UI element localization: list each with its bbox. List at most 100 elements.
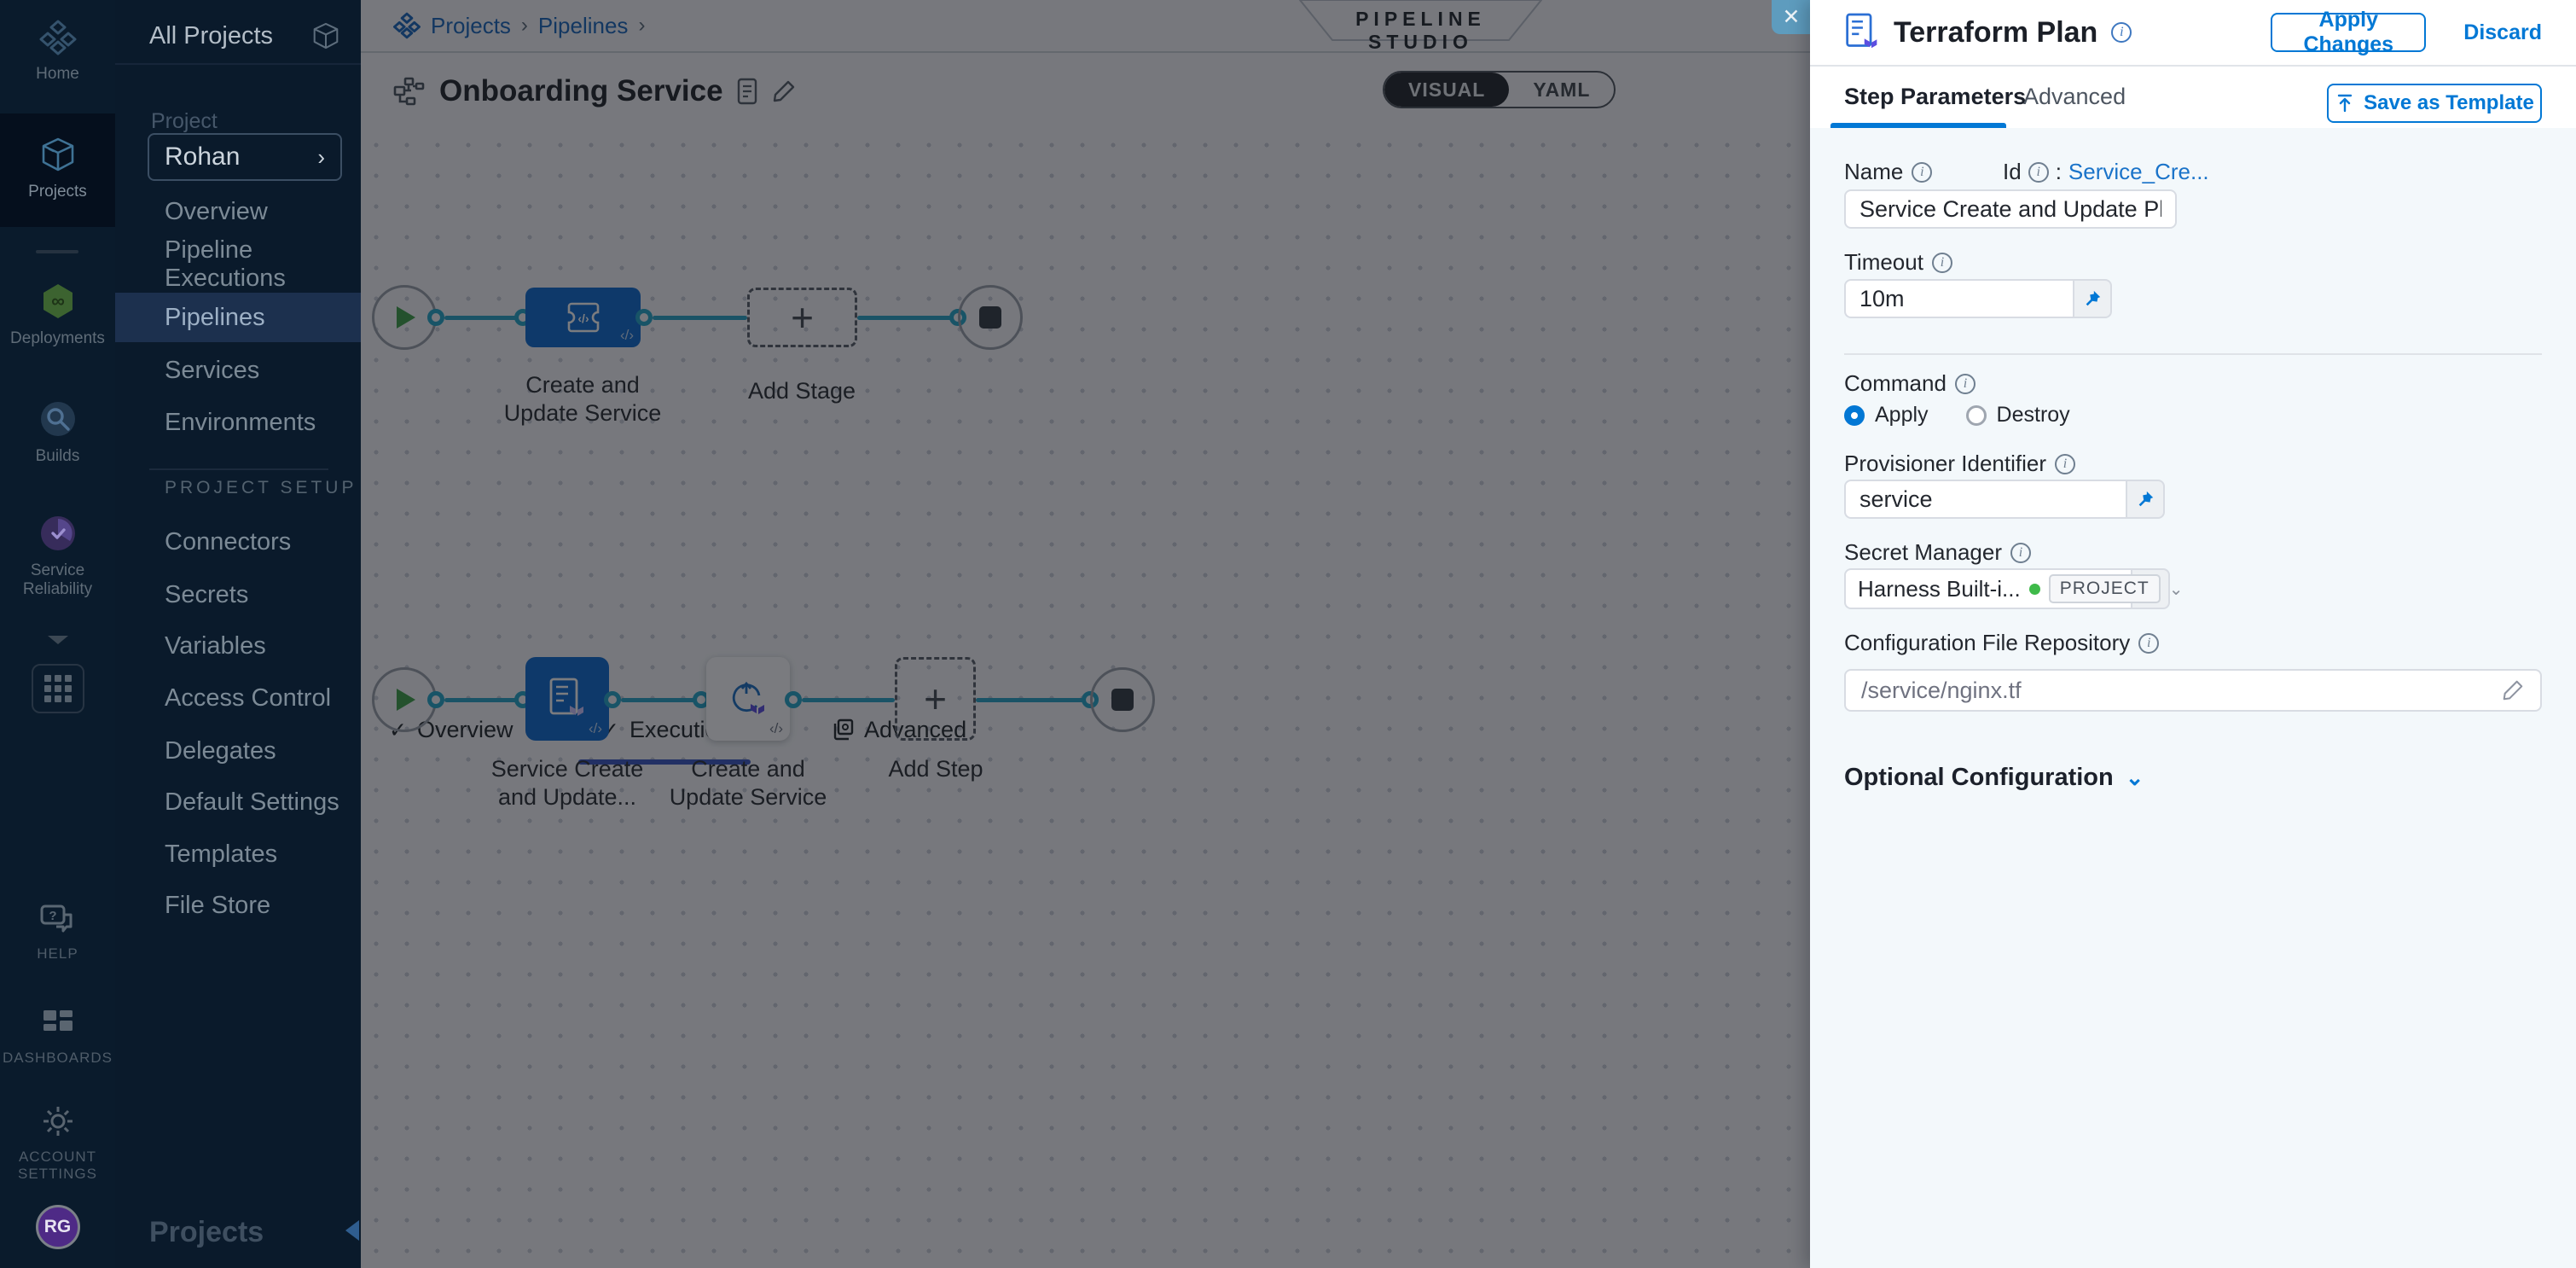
provisioner-identifier-label: Provisioner Identifieri [1844, 451, 2075, 477]
nav-account-label: ACCOUNTSETTINGS [18, 1149, 97, 1183]
nav-account-settings[interactable]: ACCOUNTSETTINGS [0, 1102, 115, 1183]
project-selector-value: Rohan [165, 143, 240, 172]
grid-icon [32, 664, 84, 713]
secret-manager-label: Secret Manageri [1844, 539, 2031, 566]
project-setup-header: PROJECT SETUP [165, 478, 357, 498]
nav-srm-label: ServiceReliability [23, 561, 92, 599]
sidebar-item-default-settings[interactable]: Default Settings [115, 777, 361, 827]
info-icon[interactable]: i [2111, 22, 2132, 43]
nav-service-reliability[interactable]: ServiceReliability [0, 514, 115, 599]
divider [149, 468, 328, 470]
name-input[interactable] [1844, 189, 2177, 229]
sidebar-item-secrets[interactable]: Secrets [115, 570, 361, 619]
config-file-repository-field[interactable]: /service/nginx.tf [1844, 669, 2542, 712]
provisioner-identifier-input[interactable] [1844, 480, 2126, 519]
info-icon[interactable]: i [2138, 633, 2159, 654]
nav-home-label: Home [36, 65, 79, 84]
nav-dashboards[interactable]: DASHBOARDS [0, 1005, 115, 1067]
timeout-input[interactable] [1844, 279, 2073, 318]
help-chat-icon: ? [38, 903, 78, 937]
command-radio-group: Apply Destroy [1844, 403, 2070, 428]
info-icon[interactable]: i [2028, 162, 2049, 183]
cube-icon[interactable] [310, 20, 341, 51]
project-label: Project [151, 109, 218, 134]
sidebar-item-services[interactable]: Services [115, 346, 361, 395]
svg-text:∞: ∞ [51, 290, 65, 311]
save-as-template-button[interactable]: Save as Template [2327, 84, 2542, 123]
info-icon[interactable]: i [1932, 253, 1952, 273]
chevron-down-icon [45, 633, 71, 647]
harness-pipeline-studio: Home Projects ∞ Deployments [0, 0, 2576, 1268]
nav-projects-label: Projects [28, 183, 87, 201]
nav-home[interactable]: Home [0, 19, 115, 84]
step-config-drawer: Terraform Plan i Apply Changes Discard S… [1810, 0, 2576, 1268]
sidebar-item-environments[interactable]: Environments [115, 398, 361, 447]
info-icon[interactable]: i [2010, 543, 2031, 563]
nav-builds-label: Builds [36, 447, 80, 466]
secret-manager-select[interactable]: Harness Built-i... PROJECT ⌄ [1844, 568, 2131, 609]
info-icon[interactable]: i [1955, 374, 1976, 394]
config-file-repository-value: /service/nginx.tf [1861, 678, 2022, 704]
svg-text:?: ? [49, 909, 56, 923]
connectivity-status-dot [2029, 584, 2040, 595]
nav-help-label: HELP [37, 945, 78, 963]
radio-apply[interactable]: Apply [1844, 403, 1929, 428]
chevron-right-icon: › [317, 144, 325, 171]
discard-button[interactable]: Discard [2463, 20, 2542, 45]
gear-icon [39, 1102, 77, 1140]
radio-destroy[interactable]: Destroy [1966, 403, 2070, 428]
terraform-plan-icon [1844, 12, 1880, 53]
pipeline-canvas: Projects › Pipelines › PIPELINE STUDIO O… [361, 0, 1810, 1268]
home-icon [39, 19, 77, 56]
provisioner-field-group [1844, 480, 2165, 519]
nav-dashboards-label: DASHBOARDS [3, 1050, 113, 1067]
drawer-header: Terraform Plan i Apply Changes Discard [1810, 0, 2576, 67]
edit-pencil-icon[interactable] [2501, 678, 2525, 702]
sidebar-item-file-store[interactable]: File Store [115, 881, 361, 930]
info-icon[interactable]: i [1912, 162, 1932, 183]
step-id-link[interactable]: Service_Cre... [2068, 159, 2209, 185]
sidebar-item-pipelines[interactable]: Pipelines [115, 293, 361, 342]
sidebar-item-templates[interactable]: Templates [115, 829, 361, 879]
all-projects-link[interactable]: All Projects [149, 22, 273, 50]
nav-help[interactable]: ? HELP [0, 903, 115, 963]
dashboards-icon [40, 1005, 76, 1041]
command-label: Commandi [1844, 370, 1976, 397]
project-nav: All Projects Project Rohan › Overview Pi… [115, 0, 361, 1268]
optional-configuration-toggle[interactable]: Optional Configuration ⌄ [1844, 764, 2144, 792]
sidebar-item-delegates[interactable]: Delegates [115, 726, 361, 776]
projects-footer-label: Projects [149, 1216, 264, 1249]
sidebar-item-access-control[interactable]: Access Control [115, 673, 361, 723]
nav-builds[interactable]: Builds [0, 399, 115, 466]
drawer-close-button[interactable]: ✕ [1772, 0, 1811, 34]
secret-manager-group: Harness Built-i... PROJECT ⌄ [1844, 568, 2170, 609]
runtime-input-pin-button[interactable] [2073, 279, 2112, 318]
chevron-down-icon: ⌄ [2169, 579, 2184, 600]
drawer-backdrop-overlay[interactable] [361, 0, 1810, 1268]
runtime-input-pin-button[interactable] [2126, 480, 2165, 519]
info-icon[interactable]: i [2055, 454, 2075, 474]
tab-advanced[interactable]: Advanced [2023, 84, 2126, 110]
tab-step-parameters[interactable]: Step Parameters [1844, 84, 2026, 110]
nav-collapse-modules[interactable] [0, 633, 115, 647]
avatar[interactable]: RG [36, 1205, 80, 1249]
nav-deployments-label: Deployments [10, 329, 105, 348]
project-selector[interactable]: Rohan › [148, 133, 342, 181]
scope-badge: PROJECT [2049, 574, 2161, 603]
nav-deployments[interactable]: ∞ Deployments [0, 282, 115, 348]
sidebar-item-variables[interactable]: Variables [115, 621, 361, 671]
step-parameters-form: Namei Id i : Service_Cre... Timeouti [1810, 128, 2576, 1268]
sidebar-item-pipeline-executions[interactable]: Pipeline Executions [115, 240, 361, 289]
nav-module-picker[interactable] [0, 664, 115, 713]
apply-changes-button[interactable]: Apply Changes [2271, 13, 2426, 52]
nav-projects[interactable]: Projects [0, 135, 115, 201]
radio-selected-icon [1844, 405, 1865, 426]
sidebar-collapse-arrow[interactable] [345, 1220, 359, 1241]
service-reliability-icon [38, 514, 78, 553]
secret-manager-value: Harness Built-i... [1858, 576, 2021, 602]
pin-icon [2083, 289, 2102, 308]
name-label: Namei [1844, 159, 1932, 185]
sidebar-item-overview[interactable]: Overview [115, 187, 361, 236]
user-menu[interactable]: RG [0, 1205, 115, 1249]
sidebar-item-connectors[interactable]: Connectors [115, 517, 361, 567]
